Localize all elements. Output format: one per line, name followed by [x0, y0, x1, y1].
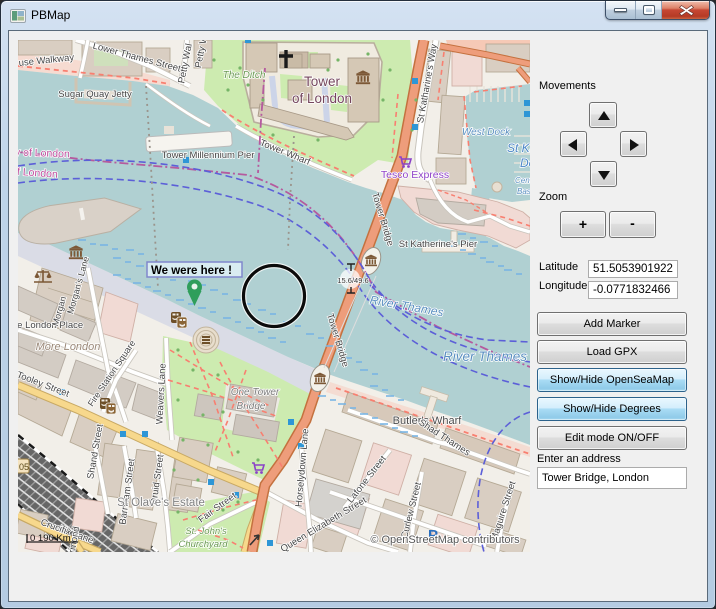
svg-text:Churchyard: Churchyard: [178, 539, 228, 550]
svg-text:Bas: Bas: [517, 187, 530, 196]
svg-text:St Olave's Estate: St Olave's Estate: [117, 497, 205, 509]
svg-text:City of London: City of London: [18, 146, 70, 160]
svg-text:St Katharine: St Katharine: [507, 141, 530, 155]
svg-text:Tesco Express: Tesco Express: [381, 169, 449, 181]
svg-text:We were here !: We were here !: [151, 265, 232, 277]
svg-text:© OpenStreetMap contributors: © OpenStreetMap contributors: [370, 534, 520, 546]
svg-text:Docks: Docks: [520, 156, 530, 170]
svg-text:Petty Wal: Petty Wal: [176, 43, 194, 85]
svg-text:More London: More London: [36, 341, 101, 353]
svg-text:St Katherine's Pier: St Katherine's Pier: [399, 239, 477, 250]
svg-text:Tower: Tower: [304, 74, 341, 89]
svg-text:Cent: Cent: [515, 176, 530, 185]
svg-text:15.6/49.6: 15.6/49.6: [337, 276, 368, 285]
svg-text:of London: of London: [292, 91, 352, 106]
svg-text:River Thames: River Thames: [443, 349, 527, 364]
svg-text:One Tower: One Tower: [231, 387, 280, 398]
svg-text:The Ditch: The Ditch: [223, 70, 266, 81]
svg-text:Bridge: Bridge: [237, 401, 266, 412]
svg-text:West Dock: West Dock: [462, 127, 511, 138]
svg-text:St. John's: St. John's: [185, 526, 227, 537]
svg-text:Tower Millennium Pier: Tower Millennium Pier: [162, 150, 255, 161]
svg-text:05: 05: [19, 462, 29, 472]
svg-text:Sugar Quay Jetty: Sugar Quay Jetty: [58, 89, 132, 100]
svg-text:0 190 Km: 0 190 Km: [30, 533, 71, 544]
